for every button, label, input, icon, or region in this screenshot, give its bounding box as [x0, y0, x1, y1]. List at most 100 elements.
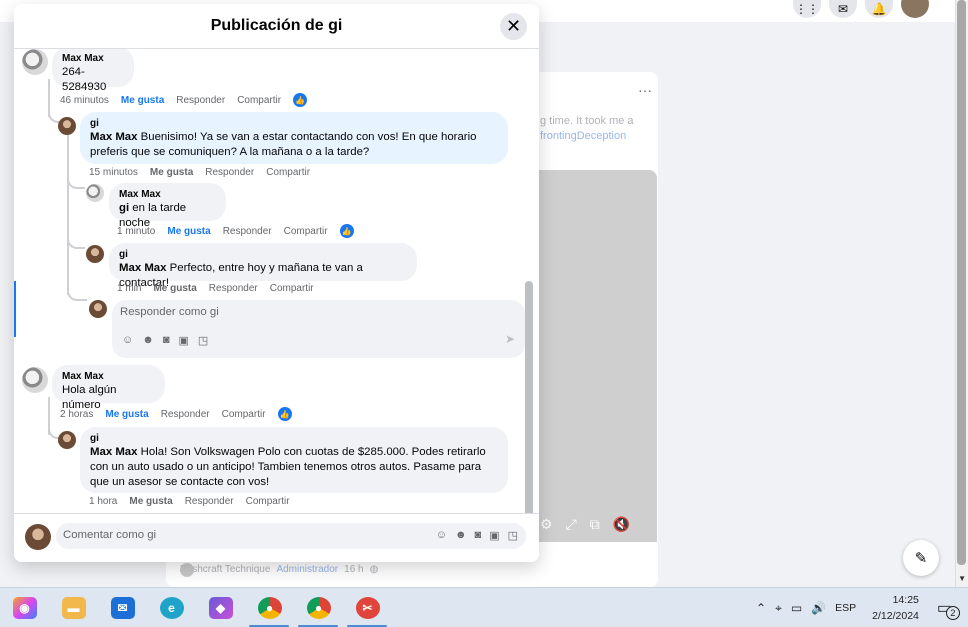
reply-button[interactable]: Responder — [176, 95, 225, 106]
page-scrollbar-thumb[interactable] — [957, 0, 966, 565]
taskbar-app-m365[interactable]: ◆ — [196, 588, 245, 627]
avatar-sticker-icon[interactable]: ☺ — [122, 334, 133, 347]
thread-line — [67, 135, 69, 295]
emoji-icon[interactable]: ☻ — [455, 529, 467, 542]
reply-button[interactable]: Responder — [209, 283, 258, 294]
comment-actions: 1 min Me gusta Responder Compartir — [117, 283, 314, 294]
notifications-bell-icon[interactable]: 🔔 — [865, 0, 893, 18]
taskbar-app-mail[interactable]: ✉ — [98, 588, 147, 627]
like-button[interactable]: Me gusta — [150, 167, 193, 178]
taskbar-app-chrome[interactable]: ● — [294, 588, 343, 627]
reply-input[interactable]: Responder como gi ☺ ☻ ◙ ▣ ◳ ➤ — [112, 300, 525, 358]
comment-author[interactable]: gi — [119, 249, 407, 261]
avatar-sticker-icon[interactable]: ☺ — [436, 529, 447, 542]
post-more-options-icon[interactable]: ··· — [638, 82, 652, 98]
like-reaction-icon[interactable]: 👍 — [339, 224, 354, 238]
comment-author[interactable]: Max Max — [62, 371, 155, 383]
location-icon[interactable]: ⌖ — [775, 601, 782, 616]
reply-avatar[interactable] — [89, 300, 107, 318]
dialog-scrollbar[interactable] — [525, 281, 533, 513]
comment-author[interactable]: Max Max — [119, 189, 216, 201]
gif-icon[interactable]: ▣ — [489, 529, 499, 542]
current-user-avatar[interactable] — [25, 524, 51, 550]
video-controls: ⚙ ⤢ ⧉ 🔇 — [540, 516, 630, 533]
volume-icon[interactable]: 🔊 — [811, 601, 826, 615]
taskbar-app-file-explorer[interactable]: ▬ — [49, 588, 98, 627]
notifications-button[interactable]: ▭ 2 — [937, 598, 960, 620]
picture-in-picture-icon[interactable]: ⧉ — [590, 516, 600, 533]
comment-author[interactable]: gi — [90, 433, 498, 445]
reply-tools: ☺ ☻ ◙ ▣ ◳ — [122, 334, 208, 347]
reply-button[interactable]: Responder — [161, 409, 210, 420]
emoji-icon[interactable]: ☻ — [142, 334, 154, 347]
close-button[interactable]: ✕ — [500, 13, 527, 40]
settings-gear-icon[interactable]: ⚙ — [540, 516, 553, 533]
comment-time[interactable]: 15 minutos — [89, 167, 138, 178]
like-button[interactable]: Me gusta — [129, 496, 172, 507]
scroll-down-arrow-icon[interactable]: ▼ — [958, 574, 966, 583]
commenter-avatar[interactable] — [86, 245, 104, 263]
mentioned-user[interactable]: Max Max — [90, 446, 137, 458]
send-icon[interactable]: ➤ — [505, 332, 515, 346]
comment-bubble: gi Max Max Hola! Son Volkswagen Polo con… — [80, 427, 508, 493]
commenter-avatar[interactable] — [58, 117, 76, 135]
comment-author[interactable]: gi — [90, 118, 498, 130]
sticker-icon[interactable]: ◳ — [508, 529, 518, 542]
mute-volume-icon[interactable]: 🔇 — [613, 516, 630, 533]
like-button[interactable]: Me gusta — [105, 409, 148, 420]
share-button[interactable]: Compartir — [222, 409, 266, 420]
commenter-avatar[interactable] — [58, 431, 76, 449]
menu-grid-icon[interactable]: ⋮⋮ — [793, 0, 821, 18]
chevron-up-icon[interactable]: ⌃ — [756, 601, 766, 615]
comment-input[interactable]: Comentar como gi ☺ ☻ ◙ ▣ ◳ — [56, 523, 526, 549]
post-hashtag[interactable]: frontingDeception — [540, 130, 626, 142]
like-button[interactable]: Me gusta — [167, 226, 210, 237]
comment-time[interactable]: 46 minutos — [60, 95, 109, 106]
share-button[interactable]: Compartir — [237, 95, 281, 106]
like-reaction-icon[interactable]: 👍 — [277, 407, 292, 421]
like-button[interactable]: Me gusta — [121, 95, 164, 106]
taskbar-app-snipping-tool[interactable]: ✂ — [343, 588, 392, 627]
commenter-avatar[interactable] — [22, 367, 48, 393]
author-avatar[interactable] — [180, 562, 194, 577]
comment-time[interactable]: 1 min — [117, 283, 141, 294]
taskbar-app-copilot[interactable]: ◉ — [0, 588, 49, 627]
language-indicator[interactable]: ESP — [835, 602, 856, 614]
taskbar-app-edge[interactable]: e — [147, 588, 196, 627]
reply-button[interactable]: Responder — [223, 226, 272, 237]
reply-button[interactable]: Responder — [185, 496, 234, 507]
share-button[interactable]: Compartir — [246, 496, 290, 507]
camera-icon[interactable]: ◙ — [475, 529, 482, 542]
comment-author[interactable]: Max Max — [62, 53, 124, 65]
comment-time[interactable]: 1 hora — [89, 496, 117, 507]
commenter-avatar[interactable] — [22, 49, 48, 75]
commenter-avatar[interactable] — [86, 184, 104, 202]
comment-time[interactable]: 2 horas — [60, 409, 93, 420]
gif-icon[interactable]: ▣ — [178, 334, 188, 347]
battery-icon[interactable]: ▭ — [791, 601, 802, 615]
edge-icon: e — [159, 597, 184, 619]
new-message-button[interactable]: ✎ — [903, 540, 939, 576]
page-scrollbar[interactable]: ▼ — [955, 0, 968, 587]
taskbar-app-chrome-profile[interactable]: ● — [245, 588, 294, 627]
expand-icon[interactable]: ⤢ — [566, 516, 577, 533]
share-button[interactable]: Compartir — [270, 283, 314, 294]
background-video[interactable] — [538, 170, 657, 542]
reply-button[interactable]: Responder — [205, 167, 254, 178]
sticker-icon[interactable]: ◳ — [198, 334, 208, 347]
comment-text: 264-5284930 — [62, 66, 107, 93]
mentioned-user[interactable]: Max Max — [90, 131, 137, 143]
clock[interactable]: 14:25 2/12/2024 — [872, 592, 919, 624]
mentioned-user[interactable]: Max Max — [119, 262, 166, 274]
share-button[interactable]: Compartir — [284, 226, 328, 237]
mentioned-user[interactable]: gi — [119, 202, 129, 214]
camera-icon[interactable]: ◙ — [163, 334, 170, 347]
share-button[interactable]: Compartir — [266, 167, 310, 178]
like-button[interactable]: Me gusta — [153, 283, 196, 294]
comment-time[interactable]: 1 minuto — [117, 226, 155, 237]
top-bar-icons: ⋮⋮ ✉ 🔔 — [793, 0, 929, 18]
messenger-icon[interactable]: ✉ — [829, 0, 857, 18]
like-reaction-icon[interactable]: 👍 — [293, 93, 308, 107]
comment-actions: 1 minuto Me gusta Responder Compartir 👍 — [117, 224, 354, 238]
profile-avatar[interactable] — [901, 0, 929, 18]
